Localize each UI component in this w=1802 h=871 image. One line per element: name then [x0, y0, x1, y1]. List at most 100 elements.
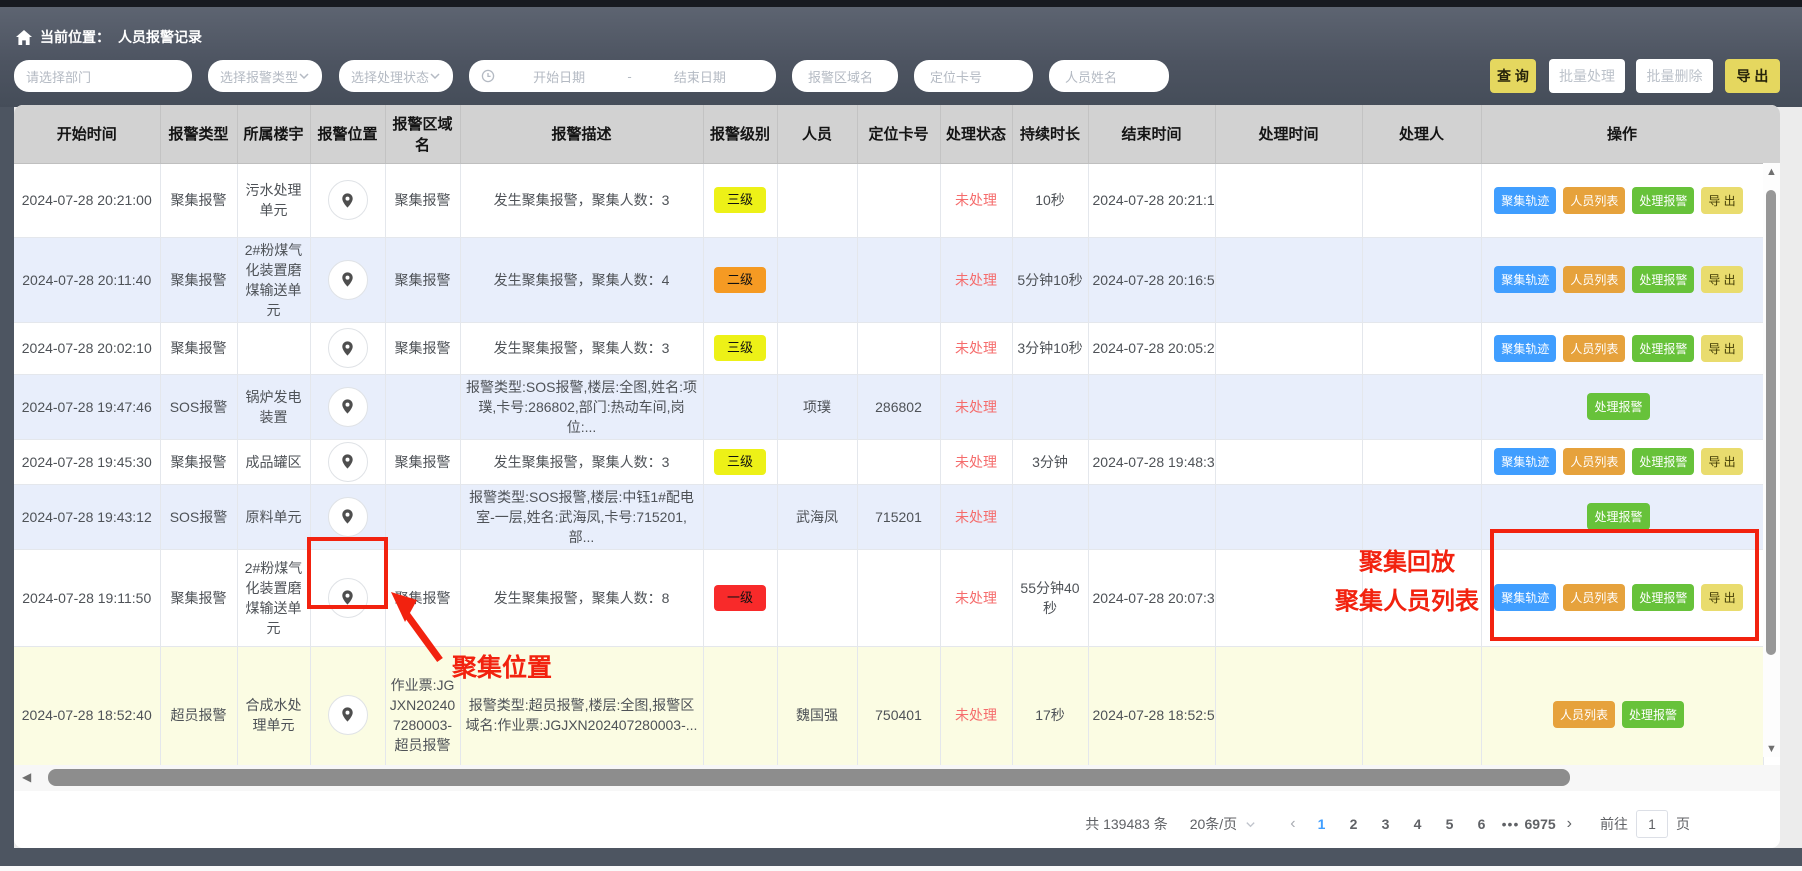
- page-numbers: 123456•••6975: [1306, 816, 1557, 832]
- cell-duration: 3分钟10秒: [1012, 322, 1088, 374]
- scroll-up-icon[interactable]: ▲: [1763, 166, 1780, 178]
- page-ellipsis[interactable]: •••: [1498, 816, 1524, 832]
- scroll-down-icon[interactable]: ▼: [1763, 743, 1780, 755]
- cell-handle-status: 未处理: [940, 484, 1012, 549]
- alarm-level-badge: 三级: [714, 187, 766, 213]
- topbar: 当前位置： 人员报警记录 请选择部门 选择报警类型 选择处理状态 开始日期 -: [0, 7, 1802, 107]
- goto-input[interactable]: 1: [1636, 810, 1668, 838]
- column-header: 定位卡号: [857, 105, 940, 163]
- alarm-type-select[interactable]: 选择报警类型: [208, 60, 322, 92]
- page-bottom-edge: [0, 866, 1802, 871]
- next-page-button[interactable]: ›: [1567, 815, 1572, 833]
- page: 当前位置： 人员报警记录 请选择部门 选择报警类型 选择处理状态 开始日期 -: [0, 0, 1802, 871]
- horizontal-scrollbar[interactable]: ◀: [14, 765, 1780, 791]
- cell-duration: 10秒: [1012, 163, 1088, 237]
- page-number[interactable]: 6975: [1525, 816, 1556, 832]
- card-input[interactable]: 定位卡号: [914, 60, 1033, 92]
- list-action-button[interactable]: 人员列表: [1563, 335, 1625, 362]
- handle-action-button[interactable]: 处理报警: [1632, 187, 1694, 214]
- cell-alarm-type: 超员报警: [160, 646, 237, 783]
- list-action-button[interactable]: 人员列表: [1563, 266, 1625, 293]
- track-action-button[interactable]: 聚集轨迹: [1494, 187, 1556, 214]
- cell-alarm-level: [703, 646, 777, 783]
- track-action-button[interactable]: 聚集轨迹: [1494, 448, 1556, 475]
- cell-card-number: [857, 322, 940, 374]
- alarm-table-panel: 开始时间报警类型所属楼宇报警位置报警区域名报警描述报警级别人员定位卡号处理状态持…: [14, 105, 1780, 848]
- page-number[interactable]: 5: [1435, 816, 1465, 832]
- export-action-button[interactable]: 导 出: [1701, 335, 1742, 362]
- batch-handle-button[interactable]: 批量处理: [1549, 59, 1625, 93]
- column-header: 结束时间: [1088, 105, 1215, 163]
- scroll-left-icon[interactable]: ◀: [22, 770, 31, 784]
- list-action-button[interactable]: 人员列表: [1553, 701, 1615, 728]
- alarm-location-button[interactable]: [328, 387, 368, 427]
- prev-page-button[interactable]: ‹: [1290, 815, 1295, 833]
- cell-alarm-desc: 发生聚集报警，聚集人数：3: [460, 439, 703, 484]
- alarm-location-button[interactable]: [328, 180, 368, 220]
- alarm-location-button[interactable]: [328, 260, 368, 300]
- vertical-scrollbar-thumb[interactable]: [1766, 190, 1776, 655]
- cell-alarm-desc: 发生聚集报警，聚集人数：3: [460, 322, 703, 374]
- date-range-input[interactable]: 开始日期 - 结束日期: [469, 60, 776, 92]
- map-pin-icon: [339, 192, 356, 209]
- cell-alarm-location: [310, 237, 385, 322]
- track-action-button[interactable]: 聚集轨迹: [1494, 335, 1556, 362]
- goto-label: 前往: [1600, 814, 1628, 834]
- handle-action-button[interactable]: 处理报警: [1632, 266, 1694, 293]
- handle-action-button[interactable]: 处理报警: [1587, 393, 1649, 420]
- cell-start-time: 2024-07-28 19:43:12: [14, 484, 160, 549]
- cell-alarm-location: [310, 322, 385, 374]
- handle-action-button[interactable]: 处理报警: [1632, 448, 1694, 475]
- area-input[interactable]: 报警区域名: [792, 60, 898, 92]
- page-number[interactable]: 1: [1307, 816, 1337, 832]
- handle-status-text: 未处理: [955, 590, 997, 606]
- department-input[interactable]: 请选择部门: [14, 60, 192, 92]
- cell-alarm-location: [310, 439, 385, 484]
- cell-end-time: [1088, 374, 1215, 439]
- page-size-select[interactable]: 20条/页: [1190, 814, 1256, 834]
- cell-alarm-area: 聚集报警: [385, 163, 460, 237]
- handle-action-button[interactable]: 处理报警: [1587, 503, 1649, 530]
- handle-status-text: 未处理: [955, 454, 997, 470]
- list-action-button[interactable]: 人员列表: [1563, 187, 1625, 214]
- track-action-button[interactable]: 聚集轨迹: [1494, 266, 1556, 293]
- cell-handle-time: [1215, 646, 1362, 783]
- chevron-down-icon: [298, 70, 310, 82]
- cell-alarm-type: 聚集报警: [160, 237, 237, 322]
- vertical-scrollbar[interactable]: ▲ ▼: [1763, 163, 1780, 757]
- pagination: 共 139483 条 20条/页 ‹ 123456•••6975 › 前往 1 …: [1085, 807, 1690, 841]
- column-header: 处理时间: [1215, 105, 1362, 163]
- export-action-button[interactable]: 导 出: [1701, 266, 1742, 293]
- annotation-position-label: 聚集位置: [452, 648, 552, 684]
- handle-action-button[interactable]: 处理报警: [1632, 335, 1694, 362]
- horizontal-scrollbar-thumb[interactable]: [48, 769, 1570, 786]
- export-action-button[interactable]: 导 出: [1701, 187, 1742, 214]
- person-input[interactable]: 人员姓名: [1049, 60, 1169, 92]
- page-number[interactable]: 3: [1371, 816, 1401, 832]
- page-number[interactable]: 2: [1339, 816, 1369, 832]
- export-button[interactable]: 导 出: [1725, 59, 1780, 93]
- alarm-location-button[interactable]: [328, 442, 368, 482]
- cell-card-number: [857, 237, 940, 322]
- page-number[interactable]: 6: [1467, 816, 1497, 832]
- cell-operations: 聚集轨迹人员列表处理报警导 出: [1481, 439, 1763, 484]
- page-number[interactable]: 4: [1403, 816, 1433, 832]
- alarm-location-button[interactable]: [328, 695, 368, 735]
- export-action-button[interactable]: 导 出: [1701, 448, 1742, 475]
- map-pin-icon: [339, 453, 356, 470]
- batch-delete-button[interactable]: 批量删除: [1636, 59, 1713, 93]
- map-pin-icon: [339, 398, 356, 415]
- handle-status-select[interactable]: 选择处理状态: [339, 60, 453, 92]
- alarm-level-badge: 二级: [714, 267, 766, 293]
- column-header: 报警级别: [703, 105, 777, 163]
- alarm-location-button[interactable]: [328, 497, 368, 537]
- handle-status-text: 未处理: [955, 192, 997, 208]
- query-button[interactable]: 查 询: [1490, 59, 1536, 93]
- handle-status-text: 未处理: [955, 340, 997, 356]
- list-action-button[interactable]: 人员列表: [1563, 448, 1625, 475]
- cell-duration: 5分钟10秒: [1012, 237, 1088, 322]
- alarm-location-button[interactable]: [328, 328, 368, 368]
- cell-alarm-type: 聚集报警: [160, 163, 237, 237]
- annotation-box-actions: [1490, 529, 1759, 641]
- handle-action-button[interactable]: 处理报警: [1622, 701, 1684, 728]
